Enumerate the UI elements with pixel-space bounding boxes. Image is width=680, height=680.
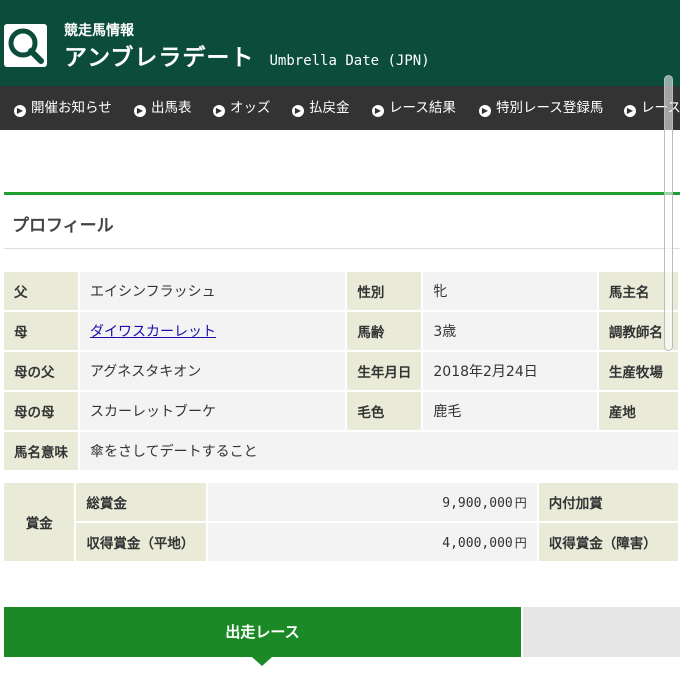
tab-race-entries[interactable]: 出走レース [4, 607, 521, 657]
coat-label: 毛色 [347, 392, 422, 430]
damdam-value: スカーレットブーケ [80, 392, 346, 430]
page-title: アンブレラデート Umbrella Date (JPN) [64, 38, 430, 72]
total-prize-label: 総賞金 [76, 483, 207, 521]
age-value: 3歳 [423, 312, 597, 350]
name-meaning-label: 馬名意味 [4, 432, 78, 470]
nav-item-odds[interactable]: ▶ オッズ [213, 86, 271, 130]
chevron-right-icon: ▶ [372, 105, 384, 117]
damdam-label: 母の母 [4, 392, 78, 430]
chevron-right-icon: ▶ [14, 105, 26, 117]
search-icon[interactable] [4, 24, 47, 67]
table-row: 母 ダイワスカーレット 馬齢 3歳 調教師名 [4, 312, 678, 350]
earned-flat-value: 4,000,000 円 [208, 523, 537, 561]
active-tab-caret [252, 657, 272, 666]
damsire-value: アグネスタキオン [80, 352, 346, 390]
sex-label: 性別 [347, 272, 422, 310]
site-header: 競走馬情報 アンブレラデート Umbrella Date (JPN) [0, 0, 680, 86]
page-category: 競走馬情報 [64, 23, 134, 39]
sire-value: エイシンフラッシュ [80, 272, 346, 310]
tab-secondary[interactable] [523, 607, 680, 657]
name-meaning-value: 傘をさしてデートすること [80, 432, 678, 470]
nav-item-announcements[interactable]: ▶ 開催お知らせ [14, 86, 112, 130]
age-label: 馬齢 [347, 312, 422, 350]
chevron-right-icon: ▶ [292, 105, 304, 117]
table-row: 母の母 スカーレットブーケ 毛色 鹿毛 産地 [4, 392, 678, 430]
heading-underline [4, 248, 680, 249]
added-prize-label: 内付加賞 [538, 483, 678, 521]
horse-name-ja: アンブレラデート [64, 45, 255, 71]
chevron-right-icon: ▶ [134, 105, 146, 117]
main-nav: ▶ 開催お知らせ ▶ 出馬表 ▶ オッズ ▶ 払戻金 ▶ レース結果 ▶ 特別レース登録馬 … [0, 86, 680, 130]
chevron-right-icon: ▶ [213, 105, 225, 117]
nav-item-payouts[interactable]: ▶ 払戻金 [292, 86, 350, 130]
chevron-right-icon: ▶ [479, 105, 491, 117]
table-row: 父 エイシンフラッシュ 性別 牝 馬主名 [4, 272, 678, 310]
horse-name-en: Umbrella Date (JPN) [269, 53, 430, 69]
birthdate-label: 生年月日 [347, 352, 422, 390]
table-row: 収得賞金（平地） 4,000,000 円 収得賞金（障害） [4, 523, 678, 561]
dam-link[interactable]: ダイワスカーレット [90, 324, 216, 340]
dam-label: 母 [4, 312, 78, 350]
sire-label: 父 [4, 272, 78, 310]
earned-flat-label: 収得賞金（平地） [76, 523, 207, 561]
nav-item-results[interactable]: ▶ レース結果 [372, 86, 456, 130]
total-prize-value: 9,900,000 円 [208, 483, 537, 521]
breeder-label: 生産牧場 [598, 352, 678, 390]
sex-value: 牝 [423, 272, 597, 310]
table-row: 賞金 総賞金 9,900,000 円 内付加賞 [4, 483, 678, 561]
origin-label: 産地 [598, 392, 678, 430]
prize-table: 賞金 総賞金 9,900,000 円 内付加賞 収得賞金（平地） 4,000,00… [2, 481, 680, 563]
table-row: 馬名意味 傘をさしてデートすること [4, 432, 678, 470]
profile-heading: プロフィール [12, 216, 114, 236]
prize-header: 賞金 [4, 483, 75, 561]
nav-item-special-entries[interactable]: ▶ 特別レース登録馬 [479, 86, 603, 130]
profile-table: 父 エイシンフラッシュ 性別 牝 馬主名 母 ダイワスカーレット 馬齢 3歳 調… [2, 270, 680, 472]
vertical-scrollbar[interactable] [664, 75, 673, 351]
damsire-label: 母の父 [4, 352, 78, 390]
chevron-right-icon: ▶ [624, 105, 636, 117]
section-divider [4, 192, 680, 195]
nav-item-entries[interactable]: ▶ 出馬表 [134, 86, 192, 130]
birthdate-value: 2018年2月24日 [423, 352, 597, 390]
dam-value: ダイワスカーレット [80, 312, 346, 350]
coat-value: 鹿毛 [423, 392, 597, 430]
table-row: 母の父 アグネスタキオン 生年月日 2018年2月24日 生産牧場 [4, 352, 678, 390]
earned-jump-label: 収得賞金（障害） [538, 523, 678, 561]
